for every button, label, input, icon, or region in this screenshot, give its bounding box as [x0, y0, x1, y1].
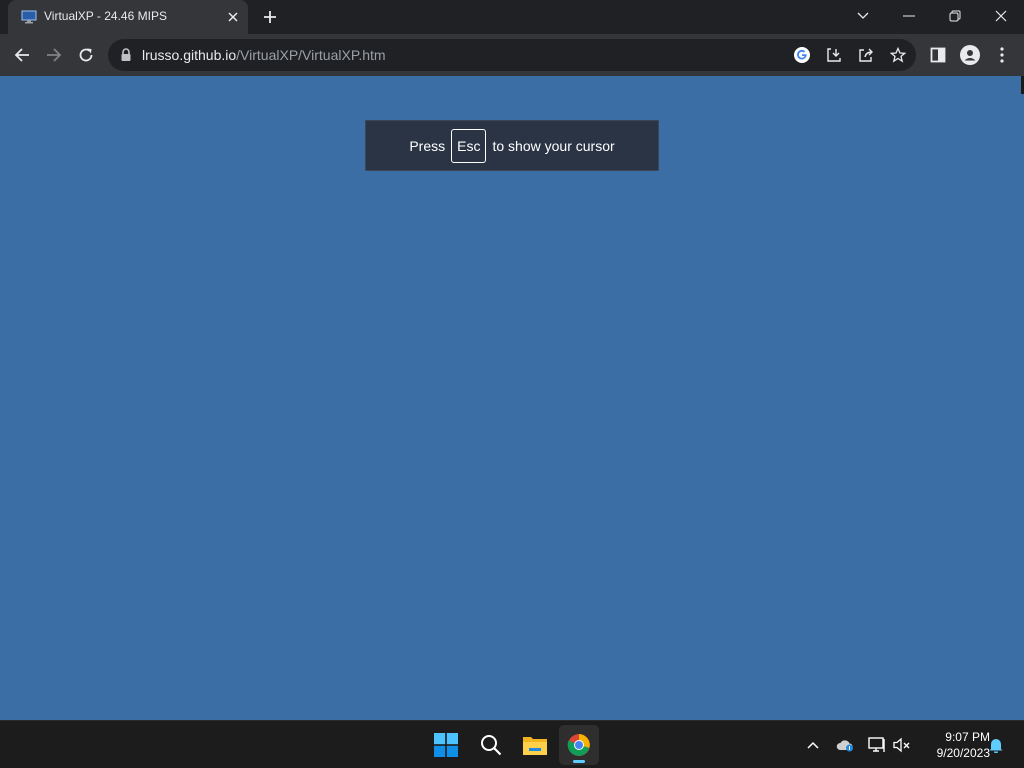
close-tab-icon[interactable] — [224, 8, 242, 26]
bookmark-star-icon[interactable] — [888, 45, 908, 65]
esc-key-badge: Esc — [451, 128, 487, 163]
tab-title: VirtualXP - 24.46 MIPS — [44, 9, 167, 23]
menu-kebab-icon[interactable] — [990, 43, 1014, 67]
back-arrow-icon[interactable] — [8, 41, 36, 69]
url-host: lrusso.github.io — [142, 47, 237, 63]
windows-start-icon[interactable] — [426, 725, 466, 765]
notification-bell-icon[interactable] — [986, 735, 1006, 755]
share-icon[interactable] — [856, 45, 876, 65]
restore-icon[interactable] — [941, 2, 969, 30]
search-icon[interactable] — [471, 725, 511, 765]
computer-monitor-icon — [21, 10, 37, 24]
title-bar: VirtualXP - 24.46 MIPS — [0, 0, 1024, 34]
virtualxp-screen[interactable]: Press Esc to show your cursor — [0, 76, 1024, 720]
file-explorer-icon[interactable] — [515, 725, 555, 765]
google-lens-icon[interactable] — [792, 45, 812, 65]
active-app-indicator — [573, 760, 585, 763]
reload-icon[interactable] — [72, 41, 100, 69]
browser-toolbar: lrusso.github.io/VirtualXP/VirtualXP.htm — [0, 34, 1024, 76]
close-window-icon[interactable] — [987, 2, 1015, 30]
system-clock[interactable]: 9:07 PM 9/20/2023 — [914, 729, 990, 761]
install-app-icon[interactable] — [824, 45, 844, 65]
clock-time: 9:07 PM — [945, 730, 990, 744]
pointer-lock-notice: Press Esc to show your cursor — [365, 120, 659, 171]
minimize-icon[interactable] — [895, 2, 923, 30]
google-chrome-icon[interactable] — [559, 725, 599, 765]
taskbar: 9:07 PM 9/20/2023 — [0, 720, 1024, 768]
show-hidden-icons-chevron-icon[interactable] — [803, 735, 823, 755]
profile-avatar-icon[interactable] — [958, 43, 982, 67]
new-tab-icon[interactable] — [258, 6, 282, 28]
browser-tab[interactable]: VirtualXP - 24.46 MIPS — [8, 0, 248, 34]
tab-search-chevron-icon[interactable] — [849, 2, 877, 30]
notice-suffix-text: to show your cursor — [492, 137, 615, 154]
side-panel-icon[interactable] — [926, 43, 950, 67]
clock-date: 9/20/2023 — [936, 746, 990, 760]
address-bar[interactable]: lrusso.github.io/VirtualXP/VirtualXP.htm — [108, 39, 916, 71]
url-text[interactable]: lrusso.github.io/VirtualXP/VirtualXP.htm — [142, 47, 386, 63]
forward-arrow-icon[interactable] — [40, 41, 68, 69]
lock-icon[interactable] — [120, 48, 132, 62]
network-icon[interactable] — [867, 735, 887, 755]
url-path: /VirtualXP/VirtualXP.htm — [236, 47, 386, 63]
volume-muted-icon[interactable] — [892, 735, 912, 755]
onedrive-cloud-icon[interactable] — [835, 735, 855, 755]
screen: VirtualXP - 24.46 MIPS lrusso.github.io/… — [0, 0, 1024, 768]
notice-press-text: Press — [409, 137, 446, 154]
